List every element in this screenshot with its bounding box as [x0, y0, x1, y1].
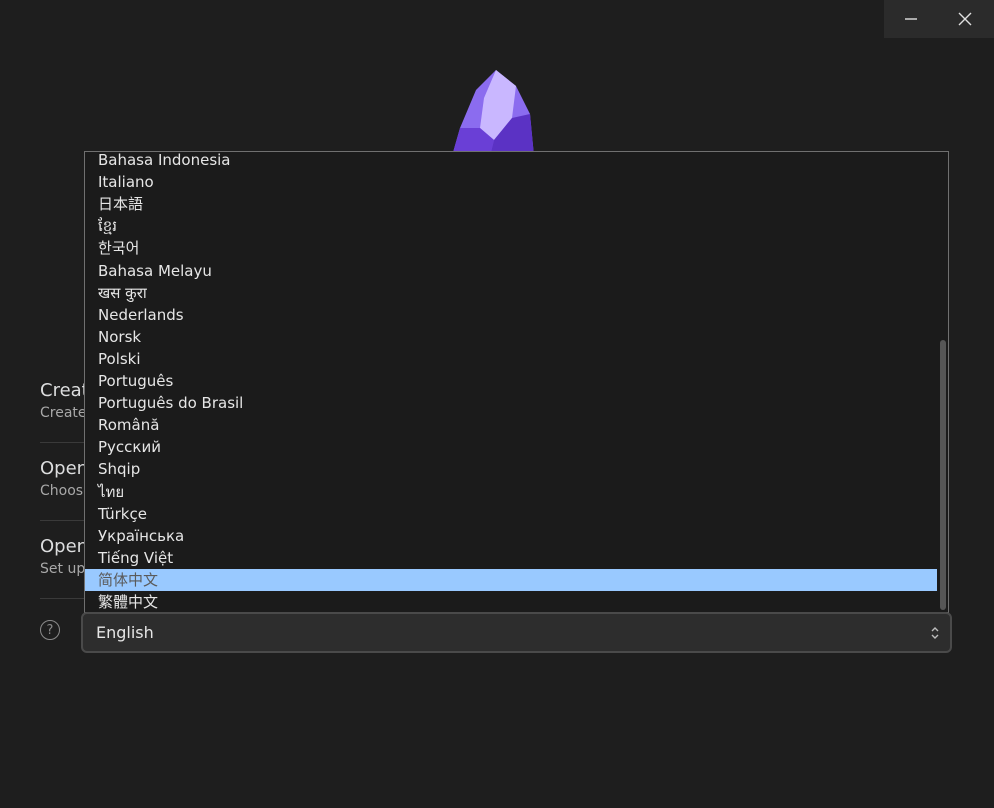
language-option[interactable]: Bahasa Melayu	[85, 260, 937, 282]
language-option[interactable]: Nederlands	[85, 304, 937, 326]
close-button[interactable]	[938, 0, 992, 38]
divider	[40, 442, 84, 443]
language-option[interactable]: Türkçe	[85, 503, 937, 525]
language-select-value: English	[96, 623, 154, 642]
chevron-up-down-icon	[930, 626, 940, 640]
language-option[interactable]: ខ្មែរ	[85, 215, 937, 237]
language-select[interactable]: English	[81, 612, 952, 653]
language-option[interactable]: Русский	[85, 436, 937, 458]
language-option[interactable]: Polski	[85, 348, 937, 370]
language-dropdown-list[interactable]: 繁體中文 简体中文 Tiếng Việt Українська Türkçe ไทย Shq…	[84, 151, 949, 613]
language-option[interactable]: Tiếng Việt	[85, 547, 937, 569]
language-option[interactable]: Italiano	[85, 171, 937, 193]
help-icon[interactable]: ?	[40, 620, 60, 640]
scrollbar[interactable]	[940, 340, 946, 610]
language-option[interactable]: खस कुरा	[85, 282, 937, 304]
language-option[interactable]: Português do Brasil	[85, 392, 937, 414]
divider	[40, 598, 84, 599]
language-option[interactable]: Українська	[85, 525, 937, 547]
app-logo-icon	[452, 70, 534, 156]
language-option[interactable]: Română	[85, 414, 937, 436]
language-option[interactable]: Bahasa Indonesia	[85, 152, 937, 171]
language-option[interactable]: 简体中文	[85, 568, 937, 591]
divider	[40, 520, 84, 521]
language-option[interactable]: 한국어	[85, 237, 937, 259]
language-option[interactable]: 日本語	[85, 193, 937, 215]
language-option[interactable]: Português	[85, 370, 937, 392]
title-bar	[884, 0, 994, 38]
language-option[interactable]: ไทย	[85, 481, 937, 503]
minimize-icon	[905, 18, 917, 20]
language-option[interactable]: 繁體中文	[85, 591, 937, 612]
close-icon	[958, 12, 972, 26]
language-option[interactable]: Norsk	[85, 326, 937, 348]
minimize-button[interactable]	[884, 0, 938, 38]
language-option[interactable]: Shqip	[85, 458, 937, 480]
